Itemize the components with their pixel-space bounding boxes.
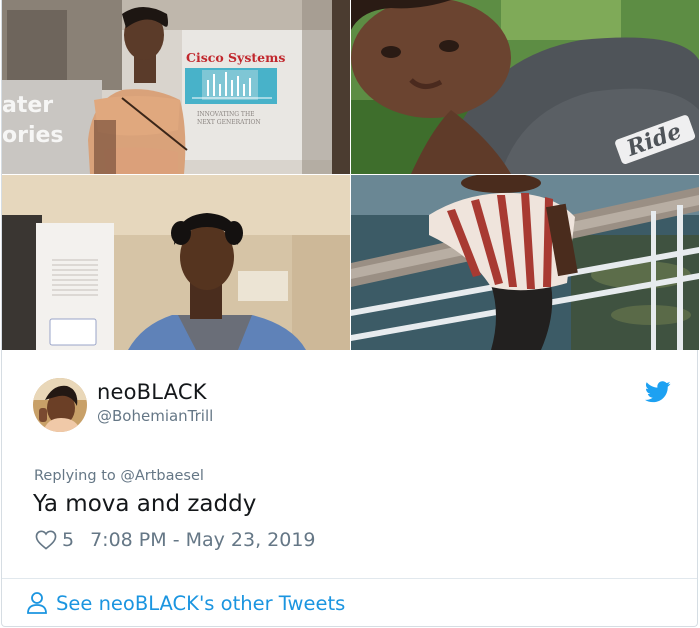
like-count[interactable]: 5	[62, 529, 74, 551]
tweet-text: Ya mova and zaddy	[33, 491, 257, 517]
reply-context: Replying to @Artbaesel	[34, 468, 204, 484]
tweet-header: neoBLACK @BohemianTrill	[33, 378, 673, 438]
tweet-meta: 5 7:08 PM - May 23, 2019	[35, 527, 316, 553]
reply-to-link[interactable]: @Artbaesel	[120, 468, 204, 484]
see-other-tweets-link[interactable]: See neoBLACK's other Tweets	[26, 588, 345, 618]
photo-selfie[interactable]: Ride	[351, 0, 699, 174]
photo-indoor[interactable]	[2, 175, 350, 350]
timestamp[interactable]: 7:08 PM - May 23, 2019	[90, 529, 315, 551]
user-handle[interactable]: @BohemianTrill	[97, 407, 213, 425]
sign-line-1: INNOVATING THE	[197, 111, 255, 118]
heart-icon[interactable]	[35, 530, 57, 550]
photo-grid: Cisco Systems INNOVATING THE NEXT GENERA…	[2, 0, 699, 350]
photo-railing[interactable]	[351, 175, 699, 350]
reply-prefix: Replying to	[34, 468, 116, 484]
divider	[2, 578, 697, 579]
embedded-tweet-card: Cisco Systems INNOVATING THE NEXT GENERA…	[1, 0, 699, 627]
twitter-bird-icon[interactable]	[645, 381, 671, 403]
person-icon	[27, 592, 47, 614]
see-other-tweets-label: See neoBLACK's other Tweets	[56, 591, 346, 615]
wall-text-2: ories	[2, 123, 64, 148]
avatar[interactable]	[33, 378, 87, 432]
wall-text-1: ater	[2, 93, 53, 118]
display-name[interactable]: neoBLACK	[97, 380, 207, 404]
sign-brand-text: Cisco Systems	[186, 50, 285, 65]
photo-storefront[interactable]: Cisco Systems INNOVATING THE NEXT GENERA…	[2, 0, 350, 174]
sign-line-2: NEXT GENERATION	[197, 119, 261, 126]
